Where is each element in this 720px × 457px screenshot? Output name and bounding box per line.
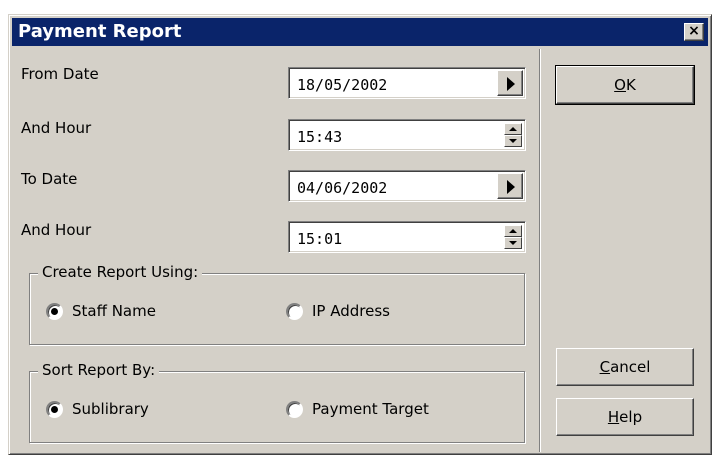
title-bar[interactable]: Payment Report ×: [12, 18, 708, 46]
close-icon: ×: [688, 23, 700, 39]
sort-report-group: Sort Report By: Sublibrary Payment Targe…: [29, 361, 525, 443]
ok-button-mnemonic: O: [614, 76, 626, 94]
radio-selected-icon: [46, 303, 63, 320]
to-date-picker-button[interactable]: [497, 173, 523, 199]
cancel-button-label: ancel: [610, 358, 651, 376]
radio-dot: [51, 406, 58, 413]
help-button[interactable]: Help: [556, 398, 694, 436]
close-button[interactable]: ×: [684, 23, 704, 41]
radio-selected-icon: [46, 401, 63, 418]
to-hour-spin-up-button[interactable]: [504, 225, 522, 237]
ip-address-label: IP Address: [312, 302, 390, 320]
staff-name-label: Staff Name: [72, 302, 156, 320]
sort-report-group-label: Sort Report By:: [38, 361, 160, 379]
ok-button[interactable]: OK: [555, 65, 695, 105]
from-date-field[interactable]: 18/05/2002: [288, 67, 526, 99]
spin-up-icon: [509, 127, 517, 131]
radio-unselected-icon: [286, 303, 303, 320]
spin-up-icon: [509, 229, 517, 233]
staff-name-radio[interactable]: Staff Name: [46, 301, 246, 323]
cancel-button[interactable]: Cancel: [556, 348, 694, 386]
from-hour-label: And Hour: [21, 119, 92, 137]
payment-target-label: Payment Target: [312, 400, 429, 418]
from-hour-value: 15:43: [297, 128, 343, 146]
sublibrary-label: Sublibrary: [72, 400, 149, 418]
from-hour-spin-up-button[interactable]: [504, 123, 522, 135]
from-date-picker-button[interactable]: [497, 70, 523, 96]
to-hour-label: And Hour: [21, 221, 92, 239]
payment-report-dialog: Payment Report × From Date 18/05/2002 An…: [8, 14, 712, 455]
radio-unselected-icon: [286, 401, 303, 418]
payment-target-radio[interactable]: Payment Target: [286, 399, 506, 421]
radio-dot: [51, 308, 58, 315]
vertical-divider: [539, 49, 541, 452]
from-hour-spin-down-button[interactable]: [504, 135, 522, 147]
to-hour-value: 15:01: [297, 230, 343, 248]
from-date-value: 18/05/2002: [297, 76, 388, 94]
to-hour-spinner[interactable]: [504, 225, 522, 249]
from-hour-spinner[interactable]: [504, 123, 522, 147]
ip-address-radio[interactable]: IP Address: [286, 301, 486, 323]
sublibrary-radio[interactable]: Sublibrary: [46, 399, 246, 421]
right-arrow-icon: [507, 180, 515, 194]
to-hour-field[interactable]: 15:01: [288, 221, 526, 253]
to-date-value: 04/06/2002: [297, 179, 388, 197]
window-title: Payment Report: [18, 21, 182, 42]
to-date-label: To Date: [21, 170, 78, 188]
help-button-label: elp: [619, 408, 643, 426]
cancel-button-mnemonic: C: [599, 358, 611, 376]
to-date-field[interactable]: 04/06/2002: [288, 170, 526, 202]
ok-button-label: K: [625, 76, 636, 94]
spin-down-icon: [509, 241, 517, 245]
from-hour-field[interactable]: 15:43: [288, 119, 526, 151]
right-arrow-icon: [507, 77, 515, 91]
create-report-group: Create Report Using: Staff Name IP Addre…: [29, 263, 525, 345]
to-hour-spin-down-button[interactable]: [504, 237, 522, 249]
help-button-mnemonic: H: [607, 408, 620, 426]
spin-down-icon: [509, 139, 517, 143]
create-report-group-label: Create Report Using:: [38, 263, 203, 281]
from-date-label: From Date: [21, 65, 99, 83]
